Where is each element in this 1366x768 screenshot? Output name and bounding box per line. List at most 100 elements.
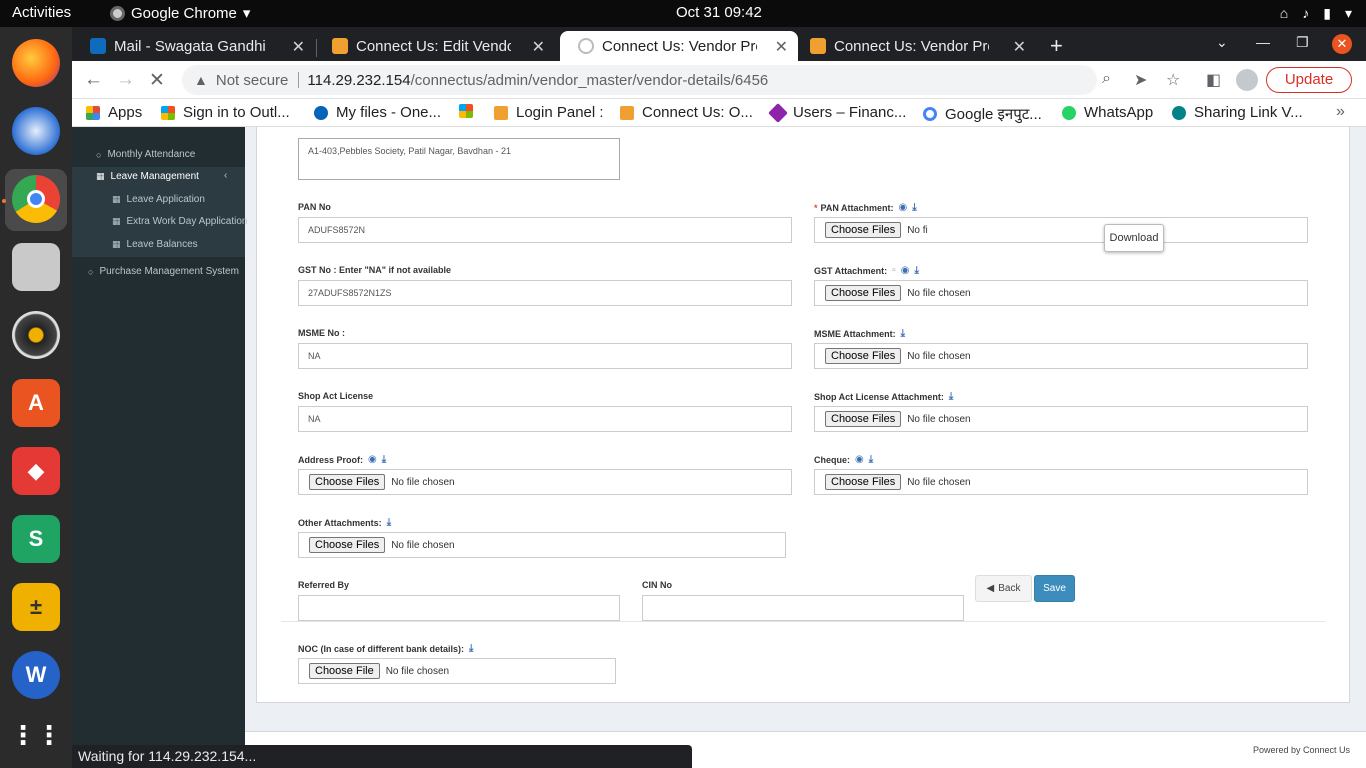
- download-icon[interactable]: ⤓: [469, 643, 473, 654]
- anydesk-icon[interactable]: ◆: [12, 447, 60, 495]
- zoom-search-icon[interactable]: ⌕: [1102, 70, 1111, 88]
- download-icon[interactable]: ⤓: [914, 265, 918, 276]
- chrome-icon[interactable]: [12, 175, 60, 223]
- choose-files-button[interactable]: Choose Files: [825, 222, 902, 238]
- choose-files-button[interactable]: Choose Files: [309, 537, 386, 553]
- close-icon[interactable]: ✕: [292, 37, 305, 57]
- choose-files-button[interactable]: Choose Files: [825, 348, 902, 364]
- files-icon[interactable]: [12, 243, 60, 291]
- shop-act-input[interactable]: NA: [298, 406, 792, 432]
- bookmark-apps[interactable]: Apps: [86, 104, 142, 121]
- label-text: Address Proof:: [298, 454, 364, 465]
- stop-loading-icon[interactable]: ✕: [149, 69, 165, 92]
- choose-files-button[interactable]: Choose Files: [309, 474, 386, 490]
- clock[interactable]: Oct 31 09:42: [676, 4, 762, 21]
- bookmark-whatsapp[interactable]: WhatsApp: [1062, 104, 1153, 121]
- noc-file-input[interactable]: Choose File No file chosen: [298, 658, 616, 684]
- msme-attachment-file-input[interactable]: Choose Files No file chosen: [814, 343, 1308, 369]
- pan-input[interactable]: ADUFS8572N: [298, 217, 792, 243]
- firefox-icon[interactable]: [12, 39, 60, 87]
- file-status: No file chosen: [385, 665, 450, 677]
- bookmark-star-icon[interactable]: ☆: [1166, 70, 1180, 90]
- back-button[interactable]: ◀ Back: [975, 575, 1032, 602]
- save-button[interactable]: Save: [1034, 575, 1075, 602]
- window-close-button[interactable]: ✕: [1332, 34, 1352, 54]
- software-center-icon[interactable]: A: [12, 379, 60, 427]
- download-icon[interactable]: ⤓: [387, 517, 391, 528]
- chrome-running-indicator: [2, 199, 6, 203]
- address-proof-file-input[interactable]: Choose Files No file chosen: [298, 469, 792, 495]
- download-icon[interactable]: ⤓: [901, 328, 905, 339]
- cheque-label: Cheque: ◉ ⤓: [814, 454, 873, 465]
- referred-by-input[interactable]: [298, 595, 620, 621]
- eye-icon[interactable]: ◉: [368, 454, 377, 465]
- bookmark-google-input[interactable]: Google इनपुट...: [923, 104, 1042, 124]
- close-icon[interactable]: ✕: [532, 37, 545, 57]
- calculator-icon[interactable]: ±: [12, 583, 60, 631]
- other-attachments-file-input[interactable]: Choose Files No file chosen: [298, 532, 786, 558]
- eye-icon[interactable]: ◉: [855, 454, 864, 465]
- bookmark-users-finance[interactable]: Users – Financ...: [768, 102, 906, 123]
- activities-button[interactable]: Activities: [12, 4, 71, 21]
- close-icon[interactable]: ✕: [775, 37, 788, 57]
- thunderbird-icon[interactable]: [12, 107, 60, 155]
- forward-arrow-icon[interactable]: →: [116, 69, 135, 91]
- close-icon[interactable]: ✕: [1013, 37, 1026, 57]
- cin-input[interactable]: [642, 595, 964, 621]
- minimize-button[interactable]: —: [1256, 34, 1270, 50]
- sidebar-item-leave-management[interactable]: ▦ Leave Management: [96, 171, 199, 182]
- choose-files-button[interactable]: Choose Files: [825, 285, 902, 301]
- choose-files-button[interactable]: Choose Files: [825, 411, 902, 427]
- cheque-file-input[interactable]: Choose Files No file chosen: [814, 469, 1308, 495]
- msme-input[interactable]: NA: [298, 343, 792, 369]
- maximize-button[interactable]: ❐: [1296, 34, 1309, 51]
- app-menu[interactable]: Google Chrome ▾: [110, 4, 250, 22]
- new-tab-button[interactable]: +: [1050, 33, 1063, 59]
- download-icon[interactable]: ⤓: [949, 391, 953, 402]
- update-button[interactable]: Update: [1266, 67, 1352, 93]
- warning-icon[interactable]: ▲: [194, 72, 208, 88]
- sidebar-item-leave-balances[interactable]: ▦ Leave Balances: [112, 239, 198, 250]
- tab-vendor-profile[interactable]: Connect Us: Vendor Profil ✕: [792, 31, 1036, 61]
- bookmark-onedrive[interactable]: My files - One...: [314, 104, 441, 121]
- profile-avatar[interactable]: [1236, 69, 1258, 91]
- sidebar-item-monthly-attendance[interactable]: ○ Monthly Attendance: [96, 149, 195, 160]
- eye-icon[interactable]: ◉: [899, 202, 908, 213]
- share-icon[interactable]: ➤: [1134, 70, 1147, 90]
- system-tray[interactable]: ⌂ ♪ ▮ ▾: [1280, 5, 1352, 22]
- download-icon[interactable]: ⤓: [912, 202, 916, 213]
- sidebar-item-purchase-management[interactable]: ○ Purchase Management System: [88, 266, 239, 277]
- choose-files-button[interactable]: Choose Files: [825, 474, 902, 490]
- bookmark-login-panel[interactable]: Login Panel :: [494, 104, 604, 121]
- address-textarea[interactable]: A1-403,Pebbles Society, Patil Nagar, Bav…: [298, 138, 620, 180]
- rhythmbox-icon[interactable]: [12, 311, 60, 359]
- back-arrow-icon[interactable]: ←: [84, 69, 103, 91]
- sidebar-item-leave-application[interactable]: ▦ Leave Application: [112, 194, 205, 205]
- tab-vendor-profile-active[interactable]: Connect Us: Vendor Profil ✕: [560, 31, 798, 61]
- spreadsheet-icon[interactable]: S: [12, 515, 60, 563]
- tab-outlook-mail[interactable]: Mail - Swagata Gandhi - O ✕: [72, 31, 315, 61]
- bookmark-microsoft[interactable]: [459, 104, 481, 118]
- bookmark-outlook[interactable]: Sign in to Outl...: [161, 104, 290, 121]
- shop-act-attachment-file-input[interactable]: Choose Files No file chosen: [814, 406, 1308, 432]
- gst-input[interactable]: 27ADUFS8572N1ZS: [298, 280, 792, 306]
- eye-icon[interactable]: ◉: [901, 265, 910, 276]
- chevron-left-icon[interactable]: ‹: [224, 170, 227, 181]
- download-icon[interactable]: ⤓: [869, 454, 873, 465]
- gst-attachment-file-input[interactable]: Choose Files No file chosen: [814, 280, 1308, 306]
- security-label[interactable]: Not secure: [216, 72, 289, 89]
- tab-edit-vendor[interactable]: Connect Us: Edit Vendor M ✕: [314, 31, 555, 61]
- download-icon[interactable]: ⤓: [382, 454, 386, 465]
- address-bar[interactable]: ▲ Not secure 114.29.232.154 /connectus/a…: [182, 65, 1097, 95]
- chrome-menu-icon[interactable]: ⋮: [1362, 68, 1366, 89]
- show-apps-icon[interactable]: ⋮⋮: [10, 711, 62, 759]
- pan-attachment-file-input[interactable]: Choose Files No fi: [814, 217, 1308, 243]
- side-panel-icon[interactable]: ◧: [1206, 70, 1221, 90]
- more-bookmarks-icon[interactable]: »: [1336, 103, 1345, 121]
- wps-office-icon[interactable]: W: [12, 651, 60, 699]
- sidebar-item-extra-work-day[interactable]: ▦ Extra Work Day Application: [112, 216, 248, 227]
- tab-search-icon[interactable]: ⌄: [1216, 34, 1228, 51]
- bookmark-sharing-link[interactable]: Sharing Link V...: [1172, 104, 1303, 121]
- choose-file-button[interactable]: Choose File: [309, 663, 380, 679]
- bookmark-connectus[interactable]: Connect Us: O...: [620, 104, 753, 121]
